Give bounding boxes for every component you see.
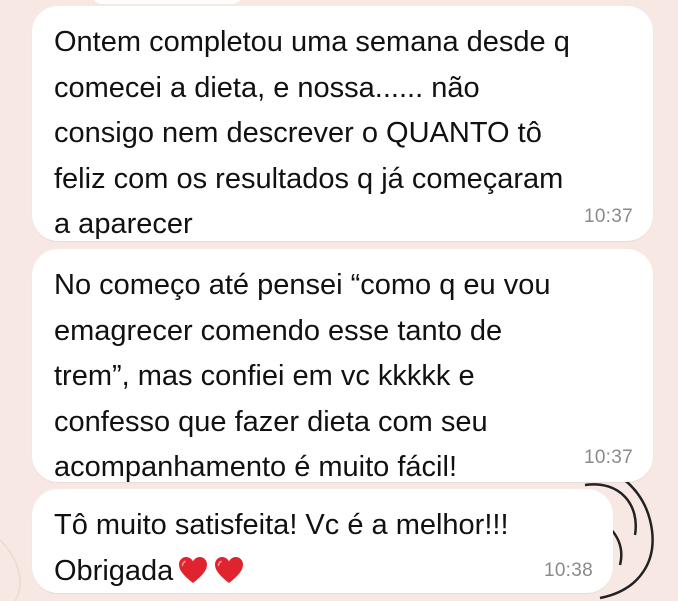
message-text: No começo até pensei “como q eu vou emag… [54, 269, 551, 483]
message-timestamp: 10:37 [583, 206, 633, 227]
message-text: Tô muito satisfeita! Vc é a melhor!!! Ob… [54, 503, 509, 594]
message-bubble[interactable]: No começo até pensei “como q eu vou emag… [32, 249, 653, 483]
message-timestamp: 10:38 [543, 560, 593, 581]
message-timestamp: 10:37 [583, 447, 633, 468]
red-heart-icon [215, 556, 244, 583]
previous-message-bubble-edge [92, 0, 242, 4]
message-bubble[interactable]: Tô muito satisfeita! Vc é a melhor!!! Ob… [32, 489, 613, 593]
message-text: Ontem completou uma semana desde q comec… [54, 26, 570, 240]
message-text-content: Tô muito satisfeita! Vc é a melhor!!! Ob… [54, 509, 509, 587]
message-bubble[interactable]: Ontem completou uma semana desde q comec… [32, 6, 653, 241]
red-heart-icon [179, 556, 208, 583]
